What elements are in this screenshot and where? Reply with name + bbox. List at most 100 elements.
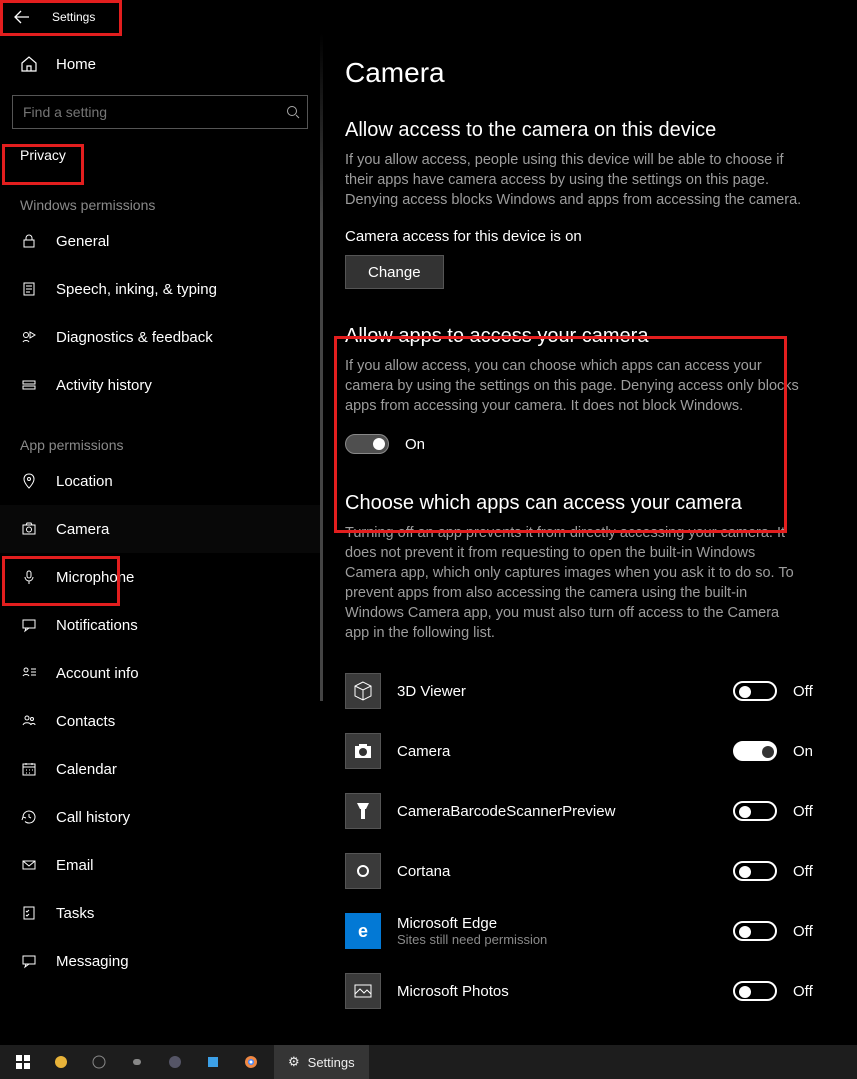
search-box[interactable]	[12, 95, 308, 129]
app-icon	[53, 1054, 69, 1070]
app-toggle-state: Off	[793, 863, 823, 880]
calendar-icon	[18, 761, 40, 777]
taskbar-pinned-app-4[interactable]	[156, 1045, 194, 1079]
app-toggle[interactable]	[733, 741, 777, 761]
clipboard-icon	[18, 281, 40, 297]
sidebar-item-label: Camera	[56, 521, 109, 538]
sidebar-item-calendar[interactable]: Calendar	[0, 745, 320, 793]
app-toggle[interactable]	[733, 861, 777, 881]
sidebar-item-label: Notifications	[56, 617, 138, 634]
app-name: Microsoft Edge	[397, 915, 733, 932]
contacts-icon	[18, 713, 40, 729]
sidebar-item-email[interactable]: Email	[0, 841, 320, 889]
sidebar-item-call-history[interactable]: Call history	[0, 793, 320, 841]
sidebar-item-account-info[interactable]: Account info	[0, 649, 320, 697]
app-name: Camera	[397, 743, 733, 760]
sidebar-item-label: Activity history	[56, 377, 152, 394]
email-icon	[18, 857, 40, 873]
app-icon: e	[345, 913, 381, 949]
sidebar-item-diagnostics[interactable]: Diagnostics & feedback	[0, 313, 320, 361]
sidebar-item-activity-history[interactable]: Activity history	[0, 361, 320, 409]
taskbar-pinned-app-3[interactable]	[118, 1045, 156, 1079]
account-icon	[18, 665, 40, 681]
titlebar: Settings	[0, 0, 857, 33]
content: Camera Allow access to the camera on thi…	[323, 33, 857, 1045]
app-toggle[interactable]	[733, 681, 777, 701]
app-icon	[345, 733, 381, 769]
app-icon	[167, 1054, 183, 1070]
taskbar-pinned-app-2[interactable]	[80, 1045, 118, 1079]
sidebar-item-microphone[interactable]: Microphone	[0, 553, 320, 601]
sidebar-item-camera[interactable]: Camera	[0, 505, 320, 553]
app-toggle[interactable]	[733, 801, 777, 821]
sidebar-item-label: Location	[56, 473, 113, 490]
sidebar-group-windows-permissions: Windows permissions	[0, 169, 320, 217]
location-icon	[18, 473, 40, 489]
notification-icon	[18, 617, 40, 633]
app-toggle[interactable]	[733, 981, 777, 1001]
section-choose-apps-title: Choose which apps can access your camera	[345, 492, 823, 515]
sidebar-item-label: Tasks	[56, 905, 94, 922]
windows-icon	[15, 1054, 31, 1070]
app-row: e Microsoft EdgeSites still need permissi…	[345, 901, 823, 961]
sidebar-item-label: Messaging	[56, 953, 129, 970]
sidebar-item-general[interactable]: General	[0, 217, 320, 265]
sidebar-item-tasks[interactable]: Tasks	[0, 889, 320, 937]
camera-icon	[18, 521, 40, 537]
taskbar-pinned-app-6[interactable]	[232, 1045, 270, 1079]
sidebar-item-label: Account info	[56, 665, 139, 682]
change-button[interactable]: Change	[345, 255, 444, 289]
sidebar-home[interactable]: Home	[0, 43, 320, 85]
allow-apps-toggle[interactable]	[345, 434, 389, 454]
sidebar-item-label: Call history	[56, 809, 130, 826]
app-icon	[91, 1054, 107, 1070]
app-icon	[129, 1054, 145, 1070]
taskbar: ⚙ Settings	[0, 1045, 857, 1079]
taskbar-pinned-app-1[interactable]	[42, 1045, 80, 1079]
app-name: Cortana	[397, 863, 733, 880]
tasks-icon	[18, 905, 40, 921]
camera-access-status: Camera access for this device is on	[345, 228, 823, 245]
taskbar-app-label: Settings	[308, 1055, 355, 1070]
sidebar-home-label: Home	[56, 56, 96, 73]
sidebar-item-location[interactable]: Location	[0, 457, 320, 505]
search-input[interactable]	[13, 104, 279, 120]
taskbar-pinned-app-5[interactable]	[194, 1045, 232, 1079]
back-button[interactable]	[6, 1, 38, 33]
chrome-icon	[243, 1054, 259, 1070]
apps-list: 3D ViewerOffCameraOnCameraBarcodeScanner…	[345, 661, 823, 1021]
messaging-icon	[18, 953, 40, 969]
allow-apps-toggle-state: On	[405, 436, 425, 453]
app-toggle-state: Off	[793, 803, 823, 820]
sidebar-category-privacy[interactable]: Privacy	[0, 133, 320, 169]
section-allow-access-device-title: Allow access to the camera on this devic…	[345, 119, 823, 142]
section-allow-access-device-desc: If you allow access, people using this d…	[345, 150, 805, 210]
lock-icon	[18, 233, 40, 249]
sidebar-item-label: Contacts	[56, 713, 115, 730]
microphone-icon	[18, 569, 40, 585]
app-row: Cortana Off	[345, 841, 823, 901]
taskbar-start-button[interactable]	[4, 1045, 42, 1079]
sidebar-item-notifications[interactable]: Notifications	[0, 601, 320, 649]
section-allow-apps-desc: If you allow access, you can choose whic…	[345, 356, 805, 416]
sidebar: Home Privacy Windows permissions General…	[0, 33, 320, 1045]
app-row: CameraBarcodeScannerPreview Off	[345, 781, 823, 841]
home-icon	[18, 55, 40, 73]
sidebar-item-label: Email	[56, 857, 94, 874]
app-subtitle: Sites still need permission	[397, 932, 733, 947]
app-row: CameraOn	[345, 721, 823, 781]
sidebar-item-label: General	[56, 233, 109, 250]
section-allow-apps-title: Allow apps to access your camera	[345, 325, 823, 348]
app-icon	[205, 1054, 221, 1070]
app-toggle-state: Off	[793, 683, 823, 700]
app-title: Settings	[52, 10, 95, 24]
app-icon	[345, 793, 381, 829]
app-toggle[interactable]	[733, 921, 777, 941]
app-name: Microsoft Photos	[397, 983, 733, 1000]
sidebar-item-label: Microphone	[56, 569, 134, 586]
app-name: CameraBarcodeScannerPreview	[397, 803, 733, 820]
taskbar-app-settings[interactable]: ⚙ Settings	[274, 1045, 369, 1079]
sidebar-item-contacts[interactable]: Contacts	[0, 697, 320, 745]
sidebar-item-speech[interactable]: Speech, inking, & typing	[0, 265, 320, 313]
sidebar-item-messaging[interactable]: Messaging	[0, 937, 320, 985]
